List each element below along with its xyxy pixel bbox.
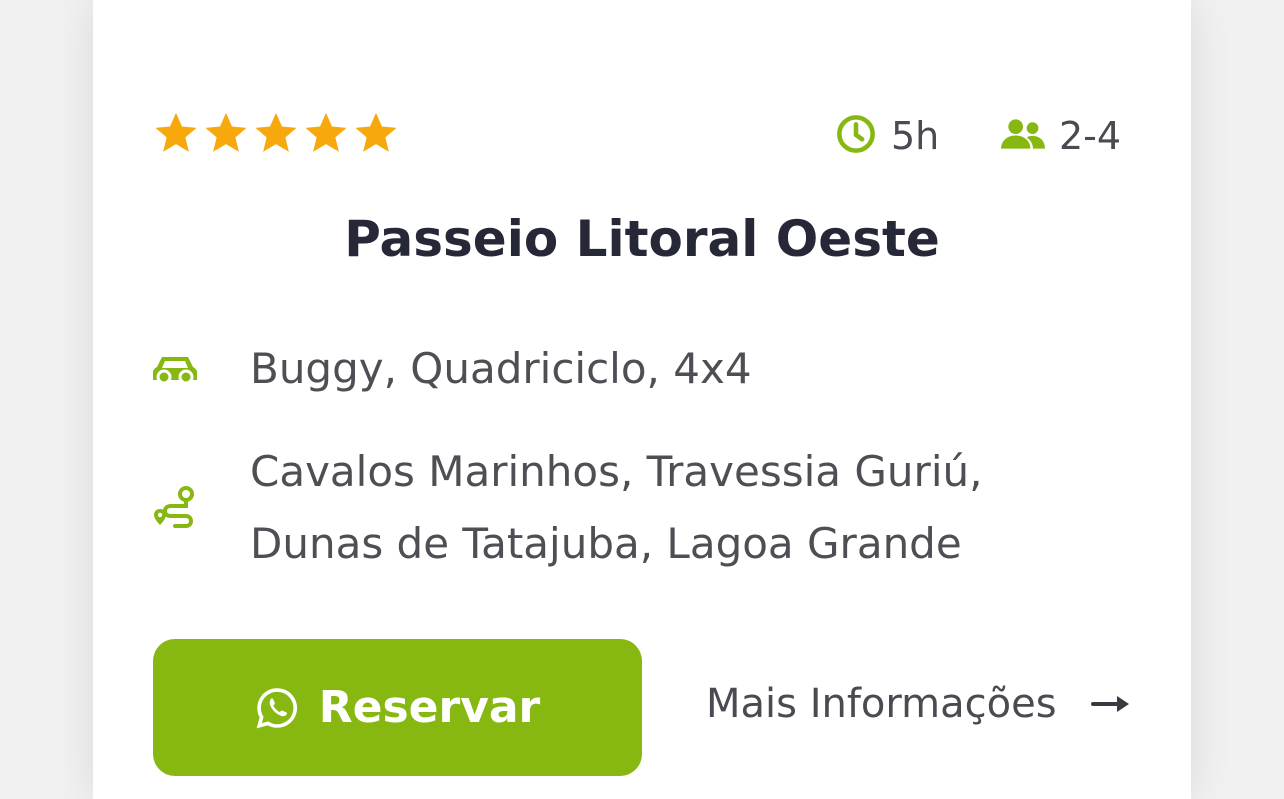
clock-icon: [835, 113, 877, 159]
whatsapp-icon: [255, 686, 299, 730]
tour-card: 5h 2-4 Passeio Litoral Oeste Buggy, Quad…: [93, 0, 1191, 799]
vehicles-text: Buggy, Quadriciclo, 4x4: [250, 344, 752, 393]
star-icon: [203, 110, 249, 156]
reserve-label: Reservar: [318, 682, 541, 733]
vehicles-row: Buggy, Quadriciclo, 4x4: [153, 333, 752, 405]
tour-title: Passeio Litoral Oeste: [344, 210, 940, 268]
arrow-right-icon: [1090, 693, 1131, 715]
route-line-1: Cavalos Marinhos, Travessia Guriú,: [250, 447, 983, 496]
car-icon: [153, 353, 250, 385]
star-icon: [303, 110, 349, 156]
users-icon: [1001, 117, 1045, 155]
more-info-link[interactable]: Mais Informações: [706, 672, 1131, 736]
rating-stars: [153, 110, 399, 156]
star-icon: [153, 110, 199, 156]
duration-value: 5h: [891, 114, 940, 158]
star-icon: [253, 110, 299, 156]
more-info-label: Mais Informações: [706, 681, 1057, 727]
group-size-info: 2-4: [1001, 112, 1121, 160]
reserve-button[interactable]: Reservar: [153, 639, 642, 776]
route-row: Cavalos Marinhos, Travessia Guriú, Dunas…: [153, 436, 982, 580]
duration-info: 5h: [835, 112, 939, 160]
star-icon: [353, 110, 399, 156]
route-icon: [153, 485, 250, 531]
route-text: Cavalos Marinhos, Travessia Guriú, Dunas…: [250, 436, 982, 580]
route-line-2: Dunas de Tatajuba, Lagoa Grande: [250, 519, 962, 568]
group-size-value: 2-4: [1059, 114, 1122, 158]
